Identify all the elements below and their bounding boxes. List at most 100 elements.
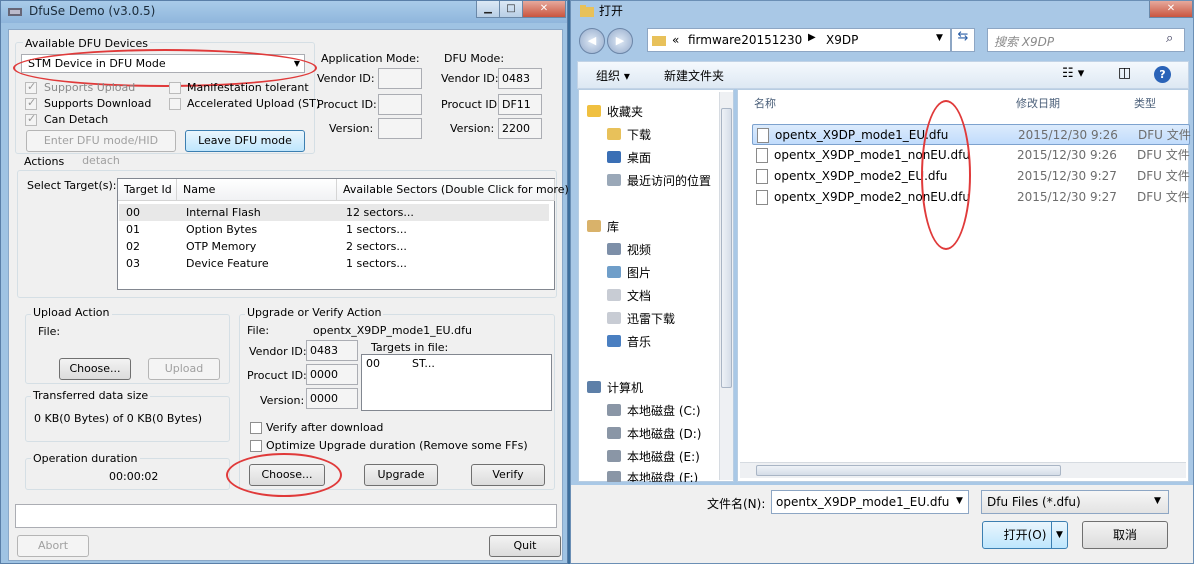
nav-label: 库 [607,220,620,234]
new-folder-button[interactable]: 新建文件夹 [664,67,724,84]
col-type-header[interactable]: 类型 [1134,90,1156,118]
actions-label: Actions [24,155,65,168]
verify-button[interactable]: Verify [471,464,545,486]
file-icon [756,169,768,184]
table-row[interactable]: 02 OTP Memory 2 sectors... [119,238,549,255]
chevron-down-icon[interactable]: ▼ [1154,496,1161,506]
abort-button[interactable]: Abort [17,535,89,557]
maximize-button[interactable]: □ [499,1,523,18]
organize-label: 组织 [596,69,621,83]
nav-drive-c[interactable]: 本地磁盘 (C:) [607,401,701,421]
upload-choose-button[interactable]: Choose... [59,358,131,380]
nav-thunder[interactable]: 迅雷下载 [607,309,675,329]
verify-after-checkbox[interactable] [250,422,262,434]
breadcrumb-x9dp[interactable]: X9DP [826,33,858,47]
dialog-close-button[interactable]: ✕ [1149,1,1193,18]
nav-computer[interactable]: 计算机 [587,378,643,398]
nav-scrollbar[interactable] [719,92,733,480]
targets-in-file-list[interactable]: 00 ST... [361,354,552,411]
duration-value: 00:00:02 [109,470,159,483]
up-product-label: Procuct ID: [247,369,307,382]
table-row[interactable]: 01 Option Bytes 1 sectors... [119,221,549,238]
nav-drive-d[interactable]: 本地磁盘 (D:) [607,424,701,444]
file-icon [756,190,768,205]
toolbar: 组织 ▾ 新建文件夹 ☷ ▾ ◫ ? [577,61,1189,89]
help-icon[interactable]: ? [1154,66,1171,83]
up-vendor-field: 0483 [306,340,358,361]
available-devices-label: Available DFU Devices [23,37,150,50]
filetype-select[interactable]: Dfu Files (*.dfu) ▼ [981,490,1169,514]
enter-dfu-button[interactable]: Enter DFU mode/HID detach [26,130,176,167]
nav-documents[interactable]: 文档 [607,286,651,306]
row-id: 00 [126,206,140,219]
targets-in-file-id: 00 [366,357,380,370]
file-row[interactable]: opentx_X9DP_mode1_EU.dfu 2015/12/30 9:26… [752,124,1191,145]
supports-download-label: Supports Download [44,97,152,110]
breadcrumb-arrow-icon[interactable]: ▶ [808,32,816,43]
cancel-button[interactable]: 取消 [1082,521,1168,549]
file-row[interactable]: opentx_X9DP_mode2_nonEU.dfu 2015/12/30 9… [752,187,1190,208]
annotation-ellipse-file [921,100,971,250]
back-button[interactable]: ◀ [579,28,605,54]
nav-scroll-thumb[interactable] [721,108,732,388]
folder-icon [607,312,621,324]
col-target-id[interactable]: Target Id [118,179,177,201]
file-row[interactable]: opentx_X9DP_mode1_nonEU.dfu 2015/12/30 9… [752,145,1190,166]
table-row[interactable]: 03 Device Feature 1 sectors... [119,255,549,272]
nav-music[interactable]: 音乐 [607,332,651,352]
progress-bar [15,504,557,528]
col-name[interactable]: Name [177,179,337,201]
filename-value: opentx_X9DP_mode1_EU.dfu [776,495,950,509]
table-row[interactable]: 00 Internal Flash 12 sectors... [119,204,549,221]
open-dropdown-icon[interactable]: ▼ [1051,522,1067,548]
search-input[interactable]: 搜索 X9DP ⌕ [987,28,1185,52]
quit-button[interactable]: Quit [489,535,561,557]
nav-favorites[interactable]: 收藏夹 [587,102,643,122]
open-button[interactable]: 打开(O) ▼ [982,521,1068,549]
address-bar[interactable]: « firmware20151230 ▶ X9DP ▼ [647,28,951,52]
supports-upload-label: Supports Upload [44,81,136,94]
breadcrumb-firmware[interactable]: firmware20151230 [688,33,802,47]
chevron-down-icon[interactable]: ▼ [936,33,943,43]
upload-button[interactable]: Upload [148,358,220,380]
minimize-button[interactable]: ▁ [476,1,500,18]
nav-drive-f[interactable]: 本地磁盘 (F:) [607,468,698,482]
nav-recent[interactable]: 最近访问的位置 [607,171,711,191]
app-version-label: Version: [329,122,374,135]
drive-icon [607,450,621,462]
organize-button[interactable]: 组织 ▾ [596,67,630,84]
preview-pane-icon[interactable]: ◫ [1118,65,1131,81]
search-icon[interactable]: ⌕ [1166,31,1173,46]
forward-button[interactable]: ▶ [607,28,633,54]
nav-label: 最近访问的位置 [627,174,712,188]
desktop-icon [607,151,621,163]
file-hscrollbar[interactable] [740,462,1186,478]
optimize-checkbox[interactable] [250,440,262,452]
filename-label: 文件名(N): [707,497,766,511]
close-button[interactable]: ✕ [522,1,566,18]
targets-table[interactable]: Target Id Name Available Sectors (Double… [117,178,569,290]
file-hscroll-thumb[interactable] [756,465,1061,476]
nav-pictures[interactable]: 图片 [607,263,651,283]
filename-input[interactable]: opentx_X9DP_mode1_EU.dfu ▼ [771,490,969,514]
nav-drive-e[interactable]: 本地磁盘 (E:) [607,447,700,467]
nav-downloads[interactable]: 下载 [607,125,651,145]
file-row[interactable]: opentx_X9DP_mode2_EU.dfu 2015/12/30 9:27… [752,166,1190,187]
nav-desktop[interactable]: 桌面 [607,148,651,168]
refresh-icon[interactable]: ⇆ [951,28,975,52]
col-name-header[interactable]: 名称 [754,90,776,118]
col-date-header[interactable]: 修改日期 [1016,90,1060,118]
app-vendor-id-field [378,68,422,89]
leave-dfu-button[interactable]: Leave DFU mode [185,130,305,152]
nav-videos[interactable]: 视频 [607,240,651,260]
optimize-label: Optimize Upgrade duration (Remove some F… [266,439,528,452]
nav-libraries[interactable]: 库 [587,217,619,237]
upgrade-button[interactable]: Upgrade [364,464,438,486]
library-icon [587,220,601,232]
view-icon[interactable]: ☷ ▾ [1062,66,1084,81]
chevron-down-icon[interactable]: ▼ [956,496,963,506]
row-name: Option Bytes [186,223,258,236]
row-sectors: 12 sectors... [346,206,414,219]
dfuse-app-icon [8,8,22,16]
col-sectors[interactable]: Available Sectors (Double Click for more… [337,179,569,201]
